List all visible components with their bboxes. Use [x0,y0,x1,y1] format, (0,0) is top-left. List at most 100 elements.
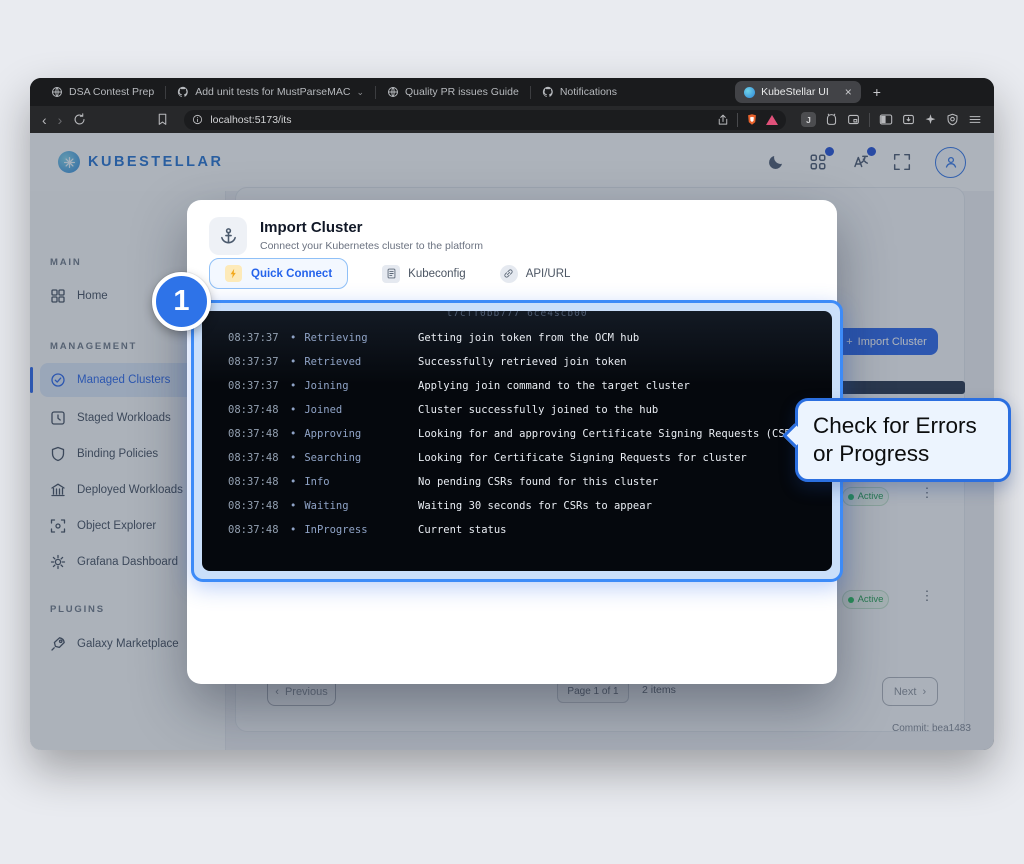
browser-toolbar: ‹ › localhost:5173/its J [30,106,994,133]
bullet-icon: • [290,428,296,440]
share-icon[interactable] [717,114,729,126]
brave-shield-icon[interactable] [746,113,758,126]
lightning-bolt-icon [225,265,242,282]
log-message: Looking for and approving Certificate Si… [418,428,804,440]
import-cluster-modal: Import Cluster Connect your Kubernetes c… [187,200,837,684]
log-message: Cluster successfully joined to the hub [418,404,658,416]
callout-bubble: Check for Errors or Progress [795,398,1011,482]
log-time: 08:37:48 [202,404,290,416]
terminal-highlight-ring: t7cff0bb777 6ce4scb00 08:37:37 •Retrievi… [191,300,843,582]
menu-icon[interactable] [968,113,982,126]
step-number-badge: 1 [152,272,211,331]
log-status: Waiting [304,500,348,512]
toolbar-divider [869,113,870,127]
anchor-icon [209,217,247,255]
log-status: Searching [304,452,361,464]
site-info-icon[interactable] [192,114,203,125]
tab-api-url[interactable]: API/URL [500,265,571,283]
terminal-row: 08:37:48 • Searching Looking for Certific… [202,446,832,470]
log-status: InProgress [304,524,367,536]
kubestellar-favicon [744,87,755,98]
tab-label: Quality PR issues Guide [405,86,519,98]
globe-icon [51,86,63,98]
log-time: 08:37:48 [202,452,290,464]
log-message: Successfully retrieved join token [418,356,627,368]
reload-button[interactable] [73,113,86,126]
callout-text: Check for Errors or Progress [813,413,977,466]
terminal-row: 08:37:48 • Joined Cluster successfully jo… [202,398,832,422]
kubeconfig-file-icon [382,265,400,283]
terminal-row: 08:37:48 • InProgress Current status [202,518,832,542]
tab-label: DSA Contest Prep [69,86,154,98]
browser-tab-dsa[interactable]: DSA Contest Prep [40,78,165,106]
log-time: 08:37:48 [202,524,290,536]
github-icon [177,86,189,98]
bullet-icon: • [290,524,296,536]
modal-title: Import Cluster [260,219,483,236]
terminal-row: 08:37:48 •Approving Looking for and appr… [202,422,832,446]
log-status: Approving [304,428,361,440]
browser-tab-unit-tests[interactable]: Add unit tests for MustParseMAC ⌄ [166,78,375,106]
log-time: 08:37:37 [202,380,290,392]
browser-tab-notifications[interactable]: Notifications [531,78,628,106]
modal-subtitle: Connect your Kubernetes cluster to the p… [260,240,483,252]
log-time: 08:37:48 [202,500,290,512]
log-message: Getting join token from the OCM hub [418,332,639,344]
tab-label: KubeStellar UI [761,86,829,98]
log-status: Retrieved [304,356,361,368]
bullet-icon: • [290,476,296,488]
log-status: Retrieving [304,332,367,344]
forward-button[interactable]: › [58,113,63,127]
bullet-icon: • [290,500,296,512]
extension-github-icon[interactable] [825,113,838,126]
status-terminal: t7cff0bb777 6ce4scb00 08:37:37 •Retrievi… [202,311,832,571]
warning-triangle-icon[interactable] [766,115,778,125]
bullet-icon: • [290,404,296,416]
extension-box-icon[interactable] [847,113,860,126]
url-bar[interactable]: localhost:5173/its [184,110,786,130]
log-status: Joined [304,404,342,416]
browser-tab-kubestellar-active[interactable]: KubeStellar UI × [735,81,861,103]
log-status: Joining [304,380,348,392]
log-message: Current status [418,524,507,536]
sidebar-toggle-icon[interactable] [879,113,893,126]
privacy-shield-icon[interactable] [946,113,959,126]
bullet-icon: • [290,332,296,344]
sparkle-cursor-icon[interactable] [924,113,937,126]
tab-label: Quick Connect [251,268,332,280]
tab-quick-connect[interactable]: Quick Connect [209,258,348,289]
toolbar-divider [737,113,738,127]
terminal-row: 08:37:37 • Retrieving Getting join token … [202,326,832,350]
terminal-row: 08:37:37 •Retrieved Successfully retriev… [202,350,832,374]
bullet-icon: • [290,452,296,464]
terminal-row: 08:37:48 • Info No pending CSRs found for… [202,470,832,494]
globe-icon [387,86,399,98]
downloads-icon[interactable] [902,113,915,126]
tab-label: Add unit tests for MustParseMAC [195,86,350,98]
tab-kubeconfig[interactable]: Kubeconfig [382,265,466,283]
log-message: Applying join command to the target clus… [418,380,690,392]
log-time: 08:37:37 [202,356,290,368]
bookmark-icon[interactable] [156,113,169,126]
browser-tab-quality-pr[interactable]: Quality PR issues Guide [376,78,530,106]
browser-tab-bar: DSA Contest Prep Add unit tests for Must… [30,78,994,106]
tab-label: API/URL [526,268,571,280]
close-icon[interactable]: × [845,85,852,99]
tab-label: Kubeconfig [408,268,466,280]
new-tab-button[interactable]: + [873,84,881,100]
log-time: 08:37:48 [202,476,290,488]
terminal-row: 08:37:37 • Joining Applying join command … [202,374,832,398]
bullet-icon: • [290,380,296,392]
log-status: Info [304,476,329,488]
log-message: No pending CSRs found for this cluster [418,476,658,488]
link-icon [500,265,518,283]
log-message: Waiting 30 seconds for CSRs to appear [418,500,652,512]
extension-j-icon[interactable]: J [801,112,816,127]
github-icon [542,86,554,98]
back-button[interactable]: ‹ [42,113,47,127]
import-method-tabs: Quick Connect Kubeconfig API/URL [209,258,570,289]
url-text: localhost:5173/its [210,114,710,126]
log-message: Looking for Certificate Signing Requests… [418,452,747,464]
log-time: 08:37:37 [202,332,290,344]
terminal-row: 08:37:48 • Waiting Waiting 30 seconds for… [202,494,832,518]
